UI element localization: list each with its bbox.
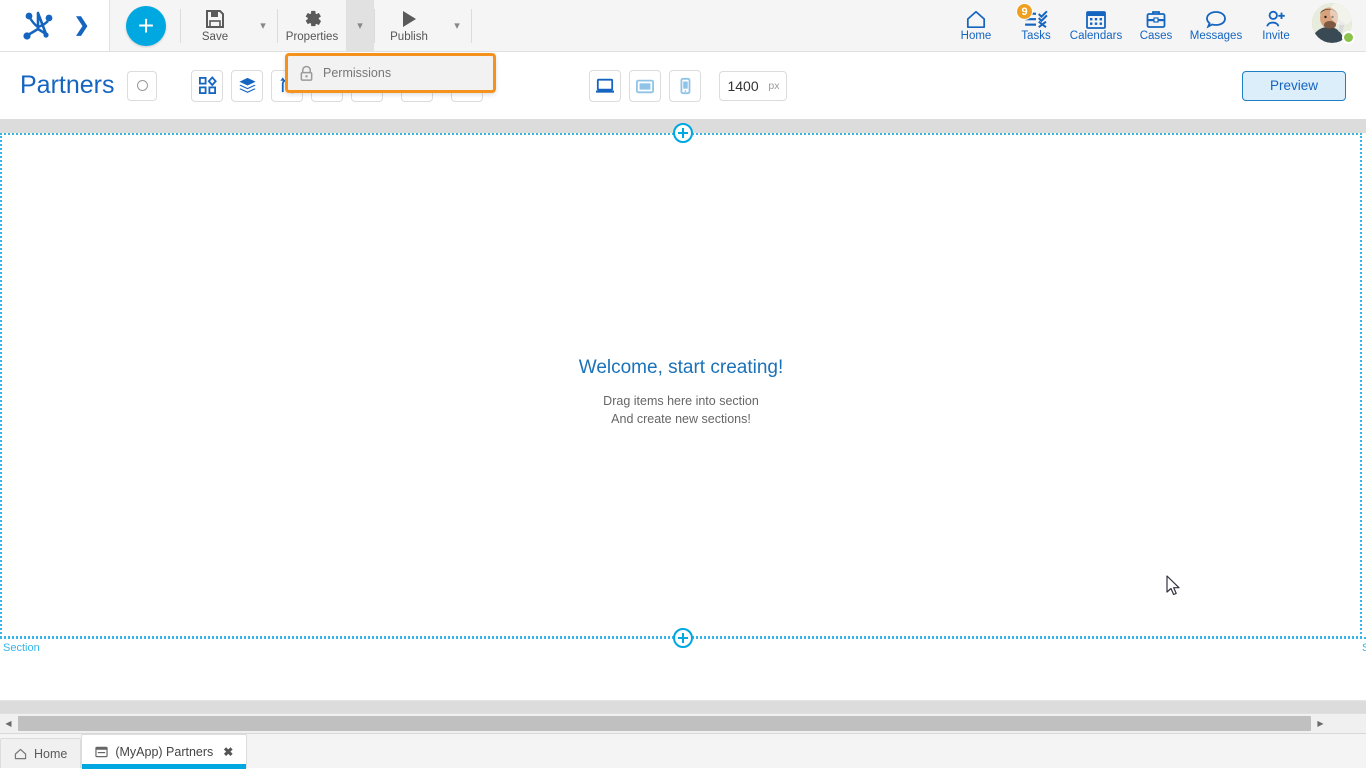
preview-button[interactable]: Preview bbox=[1242, 70, 1346, 101]
nav-invite-label: Invite bbox=[1262, 29, 1290, 42]
avatar[interactable] bbox=[1312, 3, 1356, 47]
play-icon bbox=[398, 8, 420, 30]
editor-canvas: Welcome, start creating! Drag items here… bbox=[0, 123, 1366, 746]
gear-icon bbox=[301, 8, 323, 30]
toolbar-nav-group: Home 9 Tasks Calendars Cases Messages In… bbox=[946, 0, 1366, 51]
width-unit: px bbox=[768, 79, 780, 92]
caret-right-icon[interactable]: ▶ bbox=[1312, 714, 1329, 734]
empty-state: Welcome, start creating! Drag items here… bbox=[2, 135, 1360, 636]
save-icon bbox=[204, 8, 226, 30]
section-label: Section bbox=[3, 642, 40, 654]
section-secondary[interactable] bbox=[0, 639, 1366, 701]
layers-icon[interactable] bbox=[231, 69, 264, 102]
section-label-right: S bbox=[1362, 642, 1366, 654]
taskbar-tab-home[interactable]: Home bbox=[0, 738, 82, 768]
add-section-bottom-button[interactable] bbox=[673, 628, 693, 648]
taskbar-tab-partners-label: (MyApp) Partners bbox=[115, 744, 214, 759]
section-primary[interactable]: Welcome, start creating! Drag items here… bbox=[0, 133, 1362, 638]
calendar-icon bbox=[1085, 9, 1107, 29]
tablet-icon[interactable] bbox=[629, 69, 662, 102]
width-value: 1400 bbox=[727, 77, 759, 94]
taskbar-tab-home-label: Home bbox=[34, 746, 68, 761]
nav-cases[interactable]: Cases bbox=[1126, 0, 1186, 51]
scrollbar-thumb[interactable] bbox=[18, 716, 1311, 731]
save-dropdown-caret[interactable]: ▾ bbox=[249, 0, 277, 51]
circle-outline-icon[interactable] bbox=[127, 70, 158, 101]
nav-calendars-label: Calendars bbox=[1069, 29, 1123, 42]
home-icon bbox=[965, 9, 987, 29]
nav-tasks[interactable]: 9 Tasks bbox=[1006, 0, 1066, 51]
add-section-top-button[interactable] bbox=[673, 123, 693, 143]
taskbar-tab-partners[interactable]: (MyApp) Partners ✖ bbox=[81, 734, 248, 769]
nav-messages-label: Messages bbox=[1189, 29, 1243, 42]
nav-tasks-label: Tasks bbox=[1021, 29, 1051, 42]
home-icon bbox=[14, 748, 27, 760]
publish-button[interactable]: Publish bbox=[375, 0, 443, 51]
nav-home-label: Home bbox=[960, 29, 992, 42]
save-button[interactable]: Save bbox=[181, 0, 249, 51]
desktop-icon[interactable] bbox=[589, 69, 622, 102]
viewport-group bbox=[589, 69, 702, 102]
tasks-badge: 9 bbox=[1016, 3, 1033, 20]
page-toolbar: Partners 1400 px Preview bbox=[0, 52, 1366, 119]
toolbar-divider-4 bbox=[471, 8, 472, 43]
briefcase-icon bbox=[1145, 9, 1167, 29]
welcome-subtitle: Drag items here into section And create … bbox=[603, 392, 759, 428]
status-indicator bbox=[1342, 31, 1355, 44]
nav-invite[interactable]: Invite bbox=[1246, 0, 1306, 51]
properties-button[interactable]: Properties bbox=[278, 0, 346, 51]
logo-zone: ❯ bbox=[0, 0, 110, 51]
speech-bubble-icon bbox=[1205, 9, 1227, 29]
person-plus-icon bbox=[1265, 9, 1287, 29]
publish-dropdown-caret[interactable]: ▾ bbox=[443, 0, 471, 51]
publish-label: Publish bbox=[390, 30, 428, 43]
nav-messages[interactable]: Messages bbox=[1186, 0, 1246, 51]
horizontal-scrollbar[interactable]: ◀ ▶ bbox=[0, 713, 1366, 733]
main-toolbar: ❯ + Save ▾ Properties ▾ Publish ▾ Home 9… bbox=[0, 0, 1366, 52]
circle-shape bbox=[136, 80, 148, 91]
properties-dropdown-caret[interactable]: ▾ bbox=[346, 0, 374, 51]
menu-item-permissions[interactable]: Permissions bbox=[323, 66, 391, 80]
save-label: Save bbox=[201, 30, 229, 43]
page-title: Partners bbox=[20, 71, 115, 99]
taskbar: Home (MyApp) Partners ✖ bbox=[0, 733, 1366, 769]
mouse-pointer bbox=[1166, 575, 1182, 597]
add-button[interactable]: + bbox=[126, 6, 166, 46]
window-icon bbox=[95, 746, 108, 758]
widgets-icon[interactable] bbox=[191, 69, 224, 102]
chevron-right-icon[interactable]: ❯ bbox=[74, 16, 90, 35]
width-input[interactable]: 1400 px bbox=[719, 70, 788, 101]
properties-label: Properties bbox=[285, 30, 339, 43]
welcome-line-1: Drag items here into section bbox=[603, 394, 759, 408]
mobile-icon[interactable] bbox=[669, 69, 702, 102]
nav-cases-label: Cases bbox=[1139, 29, 1173, 42]
brand-logo-icon[interactable] bbox=[19, 9, 59, 43]
welcome-line-2: And create new sections! bbox=[611, 412, 751, 426]
properties-dropdown-menu[interactable]: Permissions bbox=[285, 53, 496, 93]
lock-icon bbox=[299, 65, 314, 82]
nav-calendars[interactable]: Calendars bbox=[1066, 0, 1126, 51]
caret-left-icon[interactable]: ◀ bbox=[0, 714, 17, 734]
welcome-title: Welcome, start creating! bbox=[578, 357, 784, 378]
nav-home[interactable]: Home bbox=[946, 0, 1006, 51]
close-icon[interactable]: ✖ bbox=[223, 745, 233, 759]
